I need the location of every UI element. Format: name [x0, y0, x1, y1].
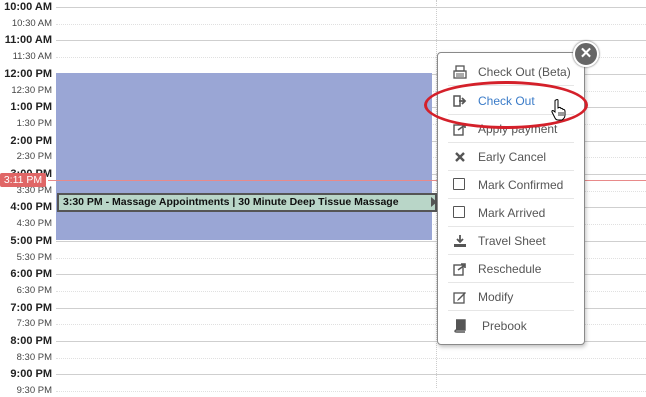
appointment-bar[interactable]: 3:30 PM - Massage Appointments | 30 Minu… — [57, 193, 437, 212]
menu-item-mark-arrived[interactable]: Mark Arrived — [438, 199, 584, 227]
menu-item-label: Modify — [478, 290, 514, 304]
menu-item-label: Travel Sheet — [478, 234, 546, 248]
time-label: 12:00 PM — [4, 67, 52, 80]
time-label: 9:00 PM — [10, 368, 52, 381]
time-label: 12:30 PM — [11, 84, 52, 96]
time-label: 7:00 PM — [10, 301, 52, 314]
grid-line — [56, 7, 646, 8]
menu-item-reschedule[interactable]: Reschedule — [438, 255, 584, 283]
book-icon — [453, 319, 467, 333]
grid-line — [56, 40, 646, 42]
grid-line — [56, 23, 646, 25]
menu-item-label: Mark Confirmed — [478, 178, 564, 192]
hand-cursor-icon — [551, 99, 567, 126]
time-label: 7:30 PM — [16, 318, 52, 330]
time-label: 6:30 PM — [16, 284, 52, 296]
time-label: 8:30 PM — [16, 351, 52, 363]
menu-item-early-cancel[interactable]: Early Cancel — [438, 143, 584, 171]
time-label: 4:00 PM — [10, 201, 52, 214]
grid-line — [56, 357, 646, 359]
menu-item-label: Reschedule — [478, 262, 542, 276]
checkbox-icon — [453, 206, 467, 220]
edit-icon — [453, 290, 467, 304]
time-label: 5:30 PM — [16, 251, 52, 263]
time-label: 2:00 PM — [10, 134, 52, 147]
close-menu-button[interactable]: ✕ — [573, 41, 599, 67]
time-label: 10:00 AM — [4, 1, 52, 13]
menu-item-travel-sheet[interactable]: Travel Sheet — [438, 227, 584, 255]
time-label: 1:00 PM — [10, 101, 52, 114]
time-label: 11:30 AM — [12, 51, 52, 63]
time-label: 2:30 PM — [16, 151, 52, 163]
menu-item-mark-confirmed[interactable]: Mark Confirmed — [438, 171, 584, 199]
share-icon — [453, 262, 467, 276]
menu-item-label: Check Out (Beta) — [478, 65, 571, 79]
time-label: 8:00 PM — [10, 335, 52, 347]
time-label: 10:30 AM — [11, 17, 52, 29]
time-label: 11:00 AM — [4, 34, 52, 47]
time-column: 10:00 AM 10:30 AM 11:00 AM 11:30 AM 12:00 PM… — [0, 0, 56, 396]
menu-item-label: Mark Arrived — [478, 206, 546, 220]
menu-item-label: Prebook — [482, 319, 527, 333]
menu-item-prebook[interactable]: Prebook — [438, 312, 584, 340]
register-icon — [453, 65, 467, 79]
x-icon — [453, 150, 467, 164]
grid-line — [56, 374, 646, 376]
download-icon — [453, 234, 467, 248]
current-time-badge: 3:11 PM — [0, 173, 46, 187]
grid-line — [56, 391, 646, 393]
checkbox-icon — [453, 178, 467, 192]
time-label: 5:00 PM — [10, 234, 52, 247]
calendar-day-view: 10:00 AM 10:30 AM 11:00 AM 11:30 AM 12:00 PM… — [0, 0, 646, 396]
menu-item-modify[interactable]: Modify — [438, 283, 584, 311]
appointment-block[interactable] — [56, 73, 432, 240]
time-label: 9:30 PM — [16, 385, 52, 397]
menu-item-label: Early Cancel — [478, 150, 547, 164]
time-label: 4:30 PM — [16, 218, 52, 230]
time-label: 6:00 PM — [10, 268, 52, 281]
time-label: 1:30 PM — [16, 117, 52, 129]
